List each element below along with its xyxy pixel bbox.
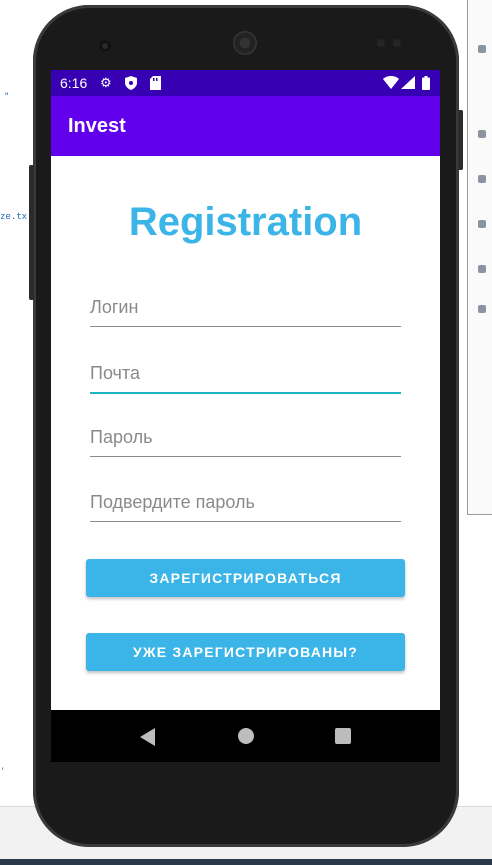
app-title: Invest [68,115,126,137]
already-registered-button[interactable]: УЖЕ ЗАРЕГИСТРИРОВАНЫ? [86,633,405,671]
ide-right-panel [467,0,492,515]
ide-toolbar-icon[interactable] [478,175,486,183]
registration-form: Registration ЗАРЕГИСТРИРОВАТЬСЯ УЖЕ ЗАРЕ… [51,156,440,710]
settings-icon: ⚙ [100,75,112,90]
home-icon[interactable] [238,728,254,744]
login-field [90,292,401,327]
navigation-bar [51,710,440,762]
earpiece-speaker [233,31,257,55]
status-bar: 6:16 ⚙ [51,70,440,96]
volume-button[interactable] [29,165,34,300]
signal-icon [401,76,415,92]
ide-code-snippet: " [4,92,10,102]
email-field [90,358,401,394]
status-time: 6:16 [60,75,88,91]
password-field [90,422,401,457]
app-bar: Invest [51,96,440,156]
confirm-password-field [90,487,401,522]
recents-icon[interactable] [335,728,351,744]
back-icon[interactable] [140,728,155,746]
ide-toolbar-icon[interactable] [478,220,486,228]
light-sensor [393,39,401,47]
battery-icon [422,76,430,93]
page-title: Registration [128,200,363,244]
ide-code-snippet: ' [0,767,6,777]
ide-status-bar [0,859,492,865]
ide-toolbar-icon[interactable] [478,130,486,138]
login-input[interactable] [90,292,390,322]
ide-toolbar-icon[interactable] [478,45,486,53]
shield-icon [125,76,137,93]
sd-card-icon [150,76,161,93]
ide-code-snippet: ze.tx [0,212,28,222]
device-screen: 6:16 ⚙ Invest Registration Логин Почта З… [51,70,440,762]
ide-toolbar-icon[interactable] [478,305,486,313]
power-button[interactable] [458,110,463,170]
confirm-password-input[interactable] [90,487,390,517]
wifi-icon [383,76,399,92]
email-input[interactable] [90,358,390,388]
ide-toolbar-icon[interactable] [478,265,486,273]
front-camera [99,40,111,52]
register-button[interactable]: ЗАРЕГИСТРИРОВАТЬСЯ [86,559,405,597]
proximity-sensor [377,39,385,47]
password-input[interactable] [90,422,390,452]
